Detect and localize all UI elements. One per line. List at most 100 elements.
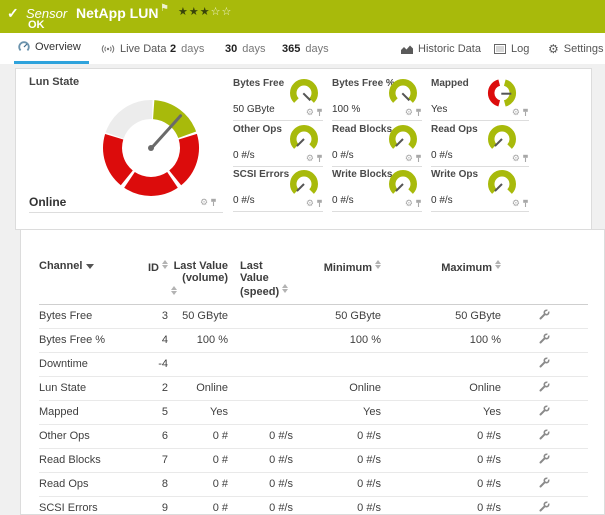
- channel-name[interactable]: Bytes Free: [39, 305, 144, 329]
- channel-name[interactable]: Bytes Free %: [39, 329, 144, 353]
- col-header-label: Channel: [39, 260, 82, 272]
- channel-name[interactable]: Lun State: [39, 377, 144, 401]
- channel-settings-wrench-icon[interactable]: [539, 309, 550, 320]
- maximum-value: 0 #/s: [381, 473, 501, 497]
- channel-settings-wrench-icon[interactable]: [539, 477, 550, 488]
- table-row: Read Ops 8 0 # 0 #/s 0 #/s 0 #/s: [39, 473, 588, 497]
- tab-label: Settings: [564, 43, 604, 55]
- channels-table-panel: Channel ID Last Value(volume) Last Value…: [20, 229, 605, 515]
- channel-id: 8: [144, 473, 168, 497]
- channel-settings-wrench-icon[interactable]: [539, 453, 550, 464]
- channel-settings-wrench-icon[interactable]: [539, 405, 550, 416]
- col-header-minimum[interactable]: Minimum: [293, 230, 381, 305]
- col-header-id[interactable]: ID: [144, 230, 168, 305]
- col-header-last-value-speed[interactable]: Last Value(speed): [228, 230, 293, 305]
- table-row: SCSI Errors 9 0 # 0 #/s 0 #/s 0 #/s: [39, 497, 588, 515]
- minimum-value: 100 %: [293, 329, 381, 353]
- pin-icon[interactable]: [522, 199, 529, 208]
- col-header-last-value-volume[interactable]: Last Value(volume): [168, 230, 228, 305]
- gear-icon[interactable]: ⚙: [405, 108, 413, 117]
- pin-icon[interactable]: [316, 154, 323, 163]
- col-header-maximum[interactable]: Maximum: [381, 230, 501, 305]
- pin-icon[interactable]: [415, 199, 422, 208]
- tab-settings[interactable]: ⚙ Settings: [548, 33, 604, 64]
- minimum-value: Online: [293, 377, 381, 401]
- gear-icon[interactable]: ⚙: [512, 108, 520, 117]
- gear-icon[interactable]: ⚙: [306, 154, 314, 163]
- tab-historic-data[interactable]: Historic Data: [401, 33, 481, 64]
- tab-number: 30: [225, 43, 237, 55]
- flag-icon[interactable]: ⚑: [160, 3, 169, 14]
- minimum-value: Yes: [293, 401, 381, 425]
- channel-value: 50 GByte: [233, 104, 275, 115]
- channel-name[interactable]: Downtime: [39, 353, 144, 377]
- gear-icon[interactable]: ⚙: [306, 108, 314, 117]
- channel-value: 0 #/s: [233, 195, 255, 206]
- table-row: Bytes Free 3 50 GByte 50 GByte 50 GByte: [39, 305, 588, 329]
- lun-state-gauge: [99, 96, 203, 200]
- gear-icon[interactable]: ⚙: [306, 199, 314, 208]
- tab-365-days[interactable]: 365 days: [282, 33, 329, 64]
- channel-settings-wrench-icon[interactable]: [539, 333, 550, 344]
- pin-icon[interactable]: [522, 108, 529, 117]
- tab-live-data[interactable]: Live Data: [101, 33, 166, 64]
- pin-icon[interactable]: [316, 108, 323, 117]
- channel-name[interactable]: Other Ops: [39, 425, 144, 449]
- channel-label: SCSI Errors: [233, 169, 289, 180]
- tab-label: Overview: [35, 41, 81, 53]
- channel-value: 0 #/s: [431, 150, 453, 161]
- pin-icon[interactable]: [522, 154, 529, 163]
- channel-name[interactable]: SCSI Errors: [39, 497, 144, 515]
- gear-icon[interactable]: ⚙: [512, 199, 520, 208]
- channel-settings-wrench-icon[interactable]: [539, 429, 550, 440]
- stars-empty[interactable]: ☆☆: [211, 6, 233, 18]
- read-ops-gauge: [486, 123, 518, 155]
- channel-value: 0 #/s: [332, 150, 354, 161]
- minimum-value: 0 #/s: [293, 425, 381, 449]
- maximum-value: Yes: [381, 401, 501, 425]
- channel-name[interactable]: Read Blocks: [39, 449, 144, 473]
- gauge-needle-hub: [148, 145, 154, 151]
- col-header-label: Last Value: [168, 260, 228, 272]
- col-header-channel[interactable]: Channel: [39, 230, 144, 305]
- sensor-title: NetApp LUN: [76, 5, 158, 21]
- last-value-volume: 0 #: [168, 473, 228, 497]
- tab-label: days: [305, 43, 328, 55]
- gear-icon[interactable]: ⚙: [405, 199, 413, 208]
- tab-overview[interactable]: Overview: [14, 33, 89, 64]
- stars-filled[interactable]: ★★★: [178, 6, 211, 18]
- tab-label: Log: [511, 43, 529, 55]
- gauge-needle: [502, 92, 512, 94]
- channel-value: Yes: [431, 104, 447, 115]
- sort-icon: [282, 284, 288, 293]
- tab-number: 365: [282, 43, 300, 55]
- tab-log[interactable]: Log: [494, 33, 529, 64]
- channel-settings-wrench-icon[interactable]: [539, 381, 550, 392]
- tab-30-days[interactable]: 30 days: [225, 33, 266, 64]
- gear-icon[interactable]: ⚙: [405, 154, 413, 163]
- channel-name[interactable]: Mapped: [39, 401, 144, 425]
- bytes-free-gauge: [288, 77, 320, 109]
- pin-icon[interactable]: [415, 108, 422, 117]
- area-chart-icon: [401, 44, 413, 54]
- minimum-value: [293, 353, 381, 377]
- gear-icon[interactable]: ⚙: [200, 198, 208, 207]
- gauge-cell-mapped: Mapped Yes ⚙: [431, 75, 529, 121]
- sort-icon: [162, 260, 168, 269]
- gear-icon[interactable]: ⚙: [512, 154, 520, 163]
- table-row: Other Ops 6 0 # 0 #/s 0 #/s 0 #/s: [39, 425, 588, 449]
- pin-icon[interactable]: [210, 198, 217, 207]
- channel-settings-wrench-icon[interactable]: [539, 357, 550, 368]
- channel-name[interactable]: Read Ops: [39, 473, 144, 497]
- last-value-speed: 0 #/s: [228, 473, 293, 497]
- minimum-value: 50 GByte: [293, 305, 381, 329]
- channel-settings-wrench-icon[interactable]: [539, 501, 550, 512]
- tab-label: Historic Data: [418, 43, 481, 55]
- cell-actions: ⚙: [306, 154, 323, 163]
- pin-icon[interactable]: [415, 154, 422, 163]
- tab-number: 2: [170, 43, 176, 55]
- channel-label: Write Blocks: [332, 169, 392, 180]
- priority-stars[interactable]: ★★★☆☆: [178, 5, 232, 18]
- pin-icon[interactable]: [316, 199, 323, 208]
- tab-2-days[interactable]: 2 days: [170, 33, 204, 64]
